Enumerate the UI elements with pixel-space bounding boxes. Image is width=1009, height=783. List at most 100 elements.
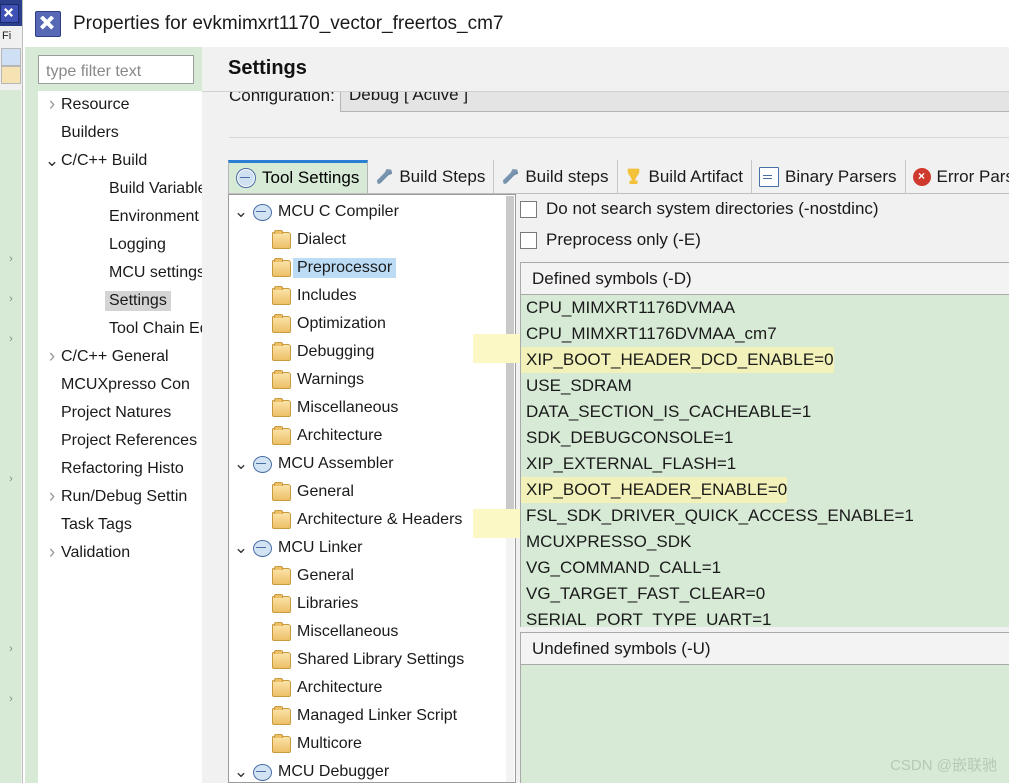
nostdinc-checkbox[interactable]: [520, 200, 537, 218]
folder-icon: [272, 285, 291, 305]
tab-build-steps[interactable]: Build Steps: [368, 160, 495, 193]
tool-tree-item-architecture[interactable]: Architecture: [229, 674, 507, 702]
configuration-label: Configuration:: [229, 92, 335, 105]
defined-symbol-value: SERIAL_PORT_TYPE_UART=1: [526, 610, 772, 627]
tool-tree-item-preprocessor[interactable]: Preprocessor: [229, 254, 507, 282]
tool-tree-item-mcu-assembler[interactable]: ⌄ MCU Assembler: [229, 450, 507, 478]
sidebar-item-run-debug-settin[interactable]: › Run/Debug Settin: [38, 483, 202, 511]
highlight-overlay-boot: [473, 509, 520, 538]
sidebar-item-task-tags[interactable]: Task Tags: [38, 511, 202, 539]
defined-symbol-value: DATA_SECTION_IS_CACHEABLE=1: [526, 402, 812, 421]
background-tree-row-1: ›: [2, 250, 20, 268]
chevron-down-icon[interactable]: ⌄: [229, 539, 253, 556]
defined-symbol-value: XIP_EXTERNAL_FLASH=1: [526, 454, 737, 473]
tab-build-steps[interactable]: Build steps: [494, 160, 618, 193]
chevron-right-icon[interactable]: ›: [43, 543, 61, 562]
tool-tree-panel[interactable]: ⌄ MCU C Compiler Dialect Preprocessor Includ…: [228, 194, 516, 783]
tab-binary-parsers[interactable]: Binary Parsers: [752, 160, 906, 193]
chevron-right-icon[interactable]: ›: [43, 487, 61, 506]
sidebar-item-project-natures[interactable]: Project Natures: [38, 399, 202, 427]
defined-symbol-row[interactable]: FSL_SDK_DRIVER_QUICK_ACCESS_ENABLE=1: [521, 503, 1009, 529]
tool-tree-item-mcu-debugger[interactable]: ⌄ MCU Debugger: [229, 758, 507, 782]
tool-tree-item-dialect[interactable]: Dialect: [229, 226, 507, 254]
defined-symbol-row[interactable]: SDK_DEBUGCONSOLE=1: [521, 425, 1009, 451]
defined-symbol-row[interactable]: MCUXPRESSO_SDK: [521, 529, 1009, 555]
tool-tree-item-debugging[interactable]: Debugging: [229, 338, 507, 366]
chevron-down-icon[interactable]: ⌄: [229, 455, 253, 472]
tool-tree-item-libraries[interactable]: Libraries: [229, 590, 507, 618]
tool-tree-item-label: General: [297, 483, 354, 500]
defined-symbol-row[interactable]: XIP_BOOT_HEADER_DCD_ENABLE=0: [521, 347, 1009, 373]
sidebar-item-validation[interactable]: › Validation: [38, 539, 202, 567]
configuration-select[interactable]: Debug [ Active ]: [340, 92, 1009, 112]
defined-symbol-row[interactable]: CPU_MIMXRT1176DVMAA_cm7: [521, 321, 1009, 347]
tool-tree-item-mcu-c-compiler[interactable]: ⌄ MCU C Compiler: [229, 198, 507, 226]
chevron-right-icon[interactable]: ›: [43, 95, 61, 114]
chevron-right-icon[interactable]: ›: [43, 347, 61, 366]
sidebar-item-mcuxpresso-con[interactable]: MCUXpresso Con: [38, 371, 202, 399]
sidebar-item-build-variables[interactable]: Build Variables: [38, 175, 202, 203]
defined-symbol-row[interactable]: DATA_SECTION_IS_CACHEABLE=1: [521, 399, 1009, 425]
sidebar-item-label: MCUXpresso Con: [61, 376, 190, 393]
sidebar-item-settings[interactable]: Settings: [38, 287, 202, 315]
chevron-down-icon[interactable]: ⌄: [229, 203, 253, 220]
defined-symbol-value: FSL_SDK_DRIVER_QUICK_ACCESS_ENABLE=1: [526, 506, 914, 525]
tool-tree-item-warnings[interactable]: Warnings: [229, 366, 507, 394]
tab-tool-settings[interactable]: Tool Settings: [228, 160, 369, 193]
background-window-strip: Fi › › › › › ›: [0, 0, 23, 783]
tab-build-artifact[interactable]: Build Artifact: [617, 160, 753, 193]
tool-tree-item-label: Architecture & Headers: [297, 511, 463, 528]
defined-symbol-row[interactable]: XIP_BOOT_HEADER_ENABLE=0: [521, 477, 1009, 503]
tab-error-parsers[interactable]: Error Parsers: [905, 160, 1009, 193]
tool-tree-item-managed-linker-script[interactable]: Managed Linker Script: [229, 702, 507, 730]
defined-symbol-value: MCUXPRESSO_SDK: [526, 532, 692, 551]
filter-text-input[interactable]: [38, 55, 194, 84]
tool-tree-item-miscellaneous[interactable]: Miscellaneous: [229, 394, 507, 422]
sidebar-item-resource[interactable]: › Resource: [38, 91, 202, 119]
sidebar-item-project-references[interactable]: Project References: [38, 427, 202, 455]
tool-tree-item-mcu-linker[interactable]: ⌄ MCU Linker: [229, 534, 507, 562]
undefined-symbols-list[interactable]: CSDN @嵌联驰: [521, 665, 1009, 783]
tool-tree[interactable]: ⌄ MCU C Compiler Dialect Preprocessor Includ…: [229, 195, 507, 782]
tab-label: Error Parsers: [936, 166, 1009, 186]
defined-symbols-list[interactable]: CPU_MIMXRT1176DVMAA CPU_MIMXRT1176DVMAA_c…: [521, 295, 1009, 627]
tool-tree-item-miscellaneous[interactable]: Miscellaneous: [229, 618, 507, 646]
checkbox-row-nostdinc[interactable]: Do not search system directories (-nostd…: [520, 199, 879, 219]
tool-tree-item-includes[interactable]: Includes: [229, 282, 507, 310]
sidebar-item-tool-chain-edit[interactable]: Tool Chain Edit: [38, 315, 202, 343]
defined-symbol-row[interactable]: XIP_EXTERNAL_FLASH=1: [521, 451, 1009, 477]
sidebar-item-c-c-build[interactable]: ⌄ C/C++ Build: [38, 147, 202, 175]
tool-tree-item-general[interactable]: General: [229, 562, 507, 590]
tool-tree-scrollbar[interactable]: [506, 196, 514, 782]
tool-tree-item-general[interactable]: General: [229, 478, 507, 506]
defined-symbol-value: XIP_BOOT_HEADER_ENABLE=0: [521, 477, 788, 503]
tool-tree-item-shared-library-settings[interactable]: Shared Library Settings: [229, 646, 507, 674]
preprocessor-options: Do not search system directories (-nostd…: [520, 194, 1009, 783]
sidebar-item-mcu-settings[interactable]: MCU settings: [38, 259, 202, 287]
folder-icon: [272, 565, 291, 585]
preprocess-only-checkbox[interactable]: [520, 231, 537, 249]
tool-tree-item-multicore[interactable]: Multicore: [229, 730, 507, 758]
tool-tree-item-optimization[interactable]: Optimization: [229, 310, 507, 338]
chevron-down-icon[interactable]: ⌄: [229, 763, 253, 780]
sidebar-item-refactoring-histo[interactable]: Refactoring Histo: [38, 455, 202, 483]
tool-tree-item-architecture[interactable]: Architecture: [229, 422, 507, 450]
sidebar-item-environment[interactable]: Environment: [38, 203, 202, 231]
chevron-down-icon[interactable]: ⌄: [43, 152, 61, 169]
defined-symbol-row[interactable]: CPU_MIMXRT1176DVMAA: [521, 295, 1009, 321]
defined-symbol-row[interactable]: VG_TARGET_FAST_CLEAR=0: [521, 581, 1009, 607]
defined-symbol-row[interactable]: SERIAL_PORT_TYPE_UART=1: [521, 607, 1009, 627]
checkbox-row-preprocess-only[interactable]: Preprocess only (-E): [520, 230, 701, 250]
folder-icon: [272, 509, 291, 529]
sidebar-item-logging[interactable]: Logging: [38, 231, 202, 259]
properties-category-tree[interactable]: › Resource Builders ⌄ C/C++ Build Build Varia…: [38, 91, 202, 783]
folder-icon: [272, 733, 291, 753]
defined-symbol-row[interactable]: VG_COMMAND_CALL=1: [521, 555, 1009, 581]
defined-symbol-value: VG_TARGET_FAST_CLEAR=0: [526, 584, 766, 603]
folder-icon: [272, 481, 291, 501]
sidebar-item-builders[interactable]: Builders: [38, 119, 202, 147]
sidebar-item-c-c-general[interactable]: › C/C++ General: [38, 343, 202, 371]
tool-tree-item-architecture-headers[interactable]: Architecture & Headers: [229, 506, 507, 534]
settings-content-pane: Settings Configuration: Debug [ Active ]…: [202, 47, 1009, 783]
defined-symbol-row[interactable]: USE_SDRAM: [521, 373, 1009, 399]
